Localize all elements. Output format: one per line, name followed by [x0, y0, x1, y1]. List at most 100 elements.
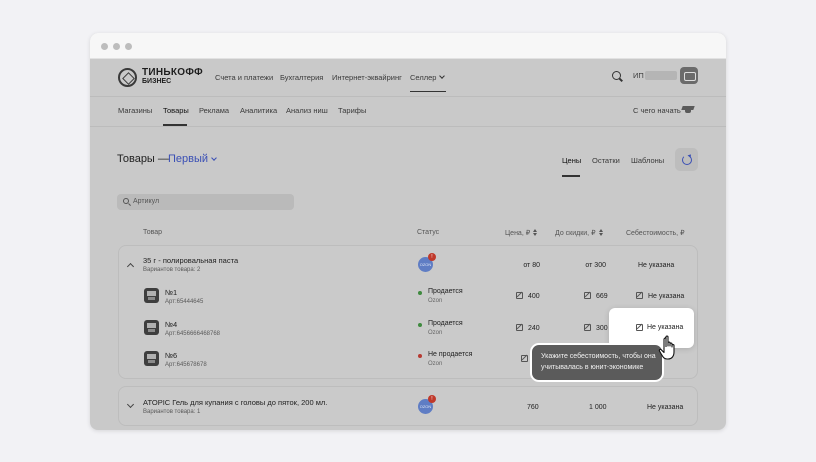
group-variants: Вариантов товара: 1	[143, 409, 201, 415]
status-dot	[418, 354, 422, 358]
variant-status: Не продается	[428, 351, 473, 358]
search-icon[interactable]	[612, 71, 621, 80]
group-before-discount: 1 000	[589, 404, 607, 411]
tab-active-underline	[562, 175, 580, 177]
variant-status: Продается	[428, 320, 463, 327]
nav-active-underline	[410, 91, 446, 92]
tab-templates[interactable]: Шаблоны	[631, 156, 664, 165]
edit-cost-icon[interactable]	[636, 292, 643, 299]
product-thumbnail	[144, 320, 159, 335]
variant-marketplace: Ozon	[428, 361, 443, 367]
window-zoom-dot[interactable]	[125, 43, 132, 50]
store-selector-label: Первый	[168, 153, 209, 165]
edit-price-icon[interactable]	[521, 355, 528, 362]
warning-badge: !	[428, 253, 436, 261]
group-name[interactable]: ATOPIC Гель для купания с головы до пято…	[143, 398, 327, 407]
search-placeholder: Артикул	[133, 198, 160, 205]
search-icon	[123, 198, 129, 204]
account-label[interactable]: ИП	[633, 71, 644, 80]
variant-cost: Не указана	[648, 293, 685, 300]
chevron-down-icon	[439, 73, 446, 79]
nav-seller[interactable]: Селлер	[410, 73, 446, 82]
variant-article: Арт:645678678	[165, 362, 207, 368]
column-header-status: Статус	[417, 229, 440, 236]
tinkoff-logo-icon[interactable]	[118, 68, 137, 87]
help-start-link[interactable]: С чего начать	[633, 106, 681, 115]
column-header-price[interactable]: Цена, ₽	[505, 229, 538, 237]
column-header-before-discount-label: До скидки, ₽	[555, 230, 596, 237]
subnav-tariffs[interactable]: Тарифы	[338, 106, 366, 115]
nav-accounts[interactable]: Счета и платежи	[215, 73, 273, 82]
tooltip-line-2: учитывалась в юнит-экономике	[541, 364, 644, 371]
brand-subtitle: БИЗНЕС	[142, 78, 172, 85]
hand-cursor-icon	[658, 335, 675, 360]
group-cost: Не указана	[647, 404, 684, 411]
tab-stock[interactable]: Остатки	[592, 156, 620, 165]
marketplace-badge-icon: OZON!	[418, 395, 436, 414]
page-title: Товары —	[117, 153, 169, 165]
status-dot	[418, 323, 422, 327]
group-before-discount: от 300	[585, 262, 606, 269]
graduation-cap-icon[interactable]	[682, 105, 694, 113]
window-close-dot[interactable]	[101, 43, 108, 50]
marketplace-badge-text: OZON	[419, 404, 432, 409]
window-titlebar	[90, 33, 726, 59]
column-header-price-label: Цена, ₽	[505, 230, 531, 237]
variant-article: Арт:6456666468768	[165, 331, 221, 337]
marketplace-badge-icon: OZON!	[418, 253, 436, 272]
nav-seller-label: Селлер	[410, 73, 437, 82]
variant-name[interactable]: №1	[165, 288, 177, 297]
group-name[interactable]: 35 г - полировальная паста	[143, 256, 238, 265]
warning-badge: !	[428, 395, 436, 403]
nav-accounting[interactable]: Бухгалтерия	[280, 73, 323, 82]
tooltip-line-1: Укажите себестоимость, чтобы она	[541, 353, 656, 360]
group-price: 760	[527, 404, 539, 411]
status-dot	[418, 291, 422, 295]
column-header-cost: Себестоимость, ₽	[626, 230, 685, 237]
chevron-down-icon	[211, 155, 217, 161]
variant-article: Арт:65444645	[165, 299, 204, 305]
article-search-input[interactable]: Артикул	[117, 194, 294, 210]
variant-price: 400	[528, 293, 540, 300]
account-avatar-icon[interactable]	[680, 67, 698, 84]
group-price: от 80	[523, 262, 540, 269]
variant-price: 240	[528, 325, 540, 332]
edit-cost-icon[interactable]	[636, 324, 643, 331]
account-name-redacted	[645, 71, 677, 80]
product-thumbnail	[144, 351, 159, 366]
divider	[90, 126, 726, 127]
top-navigation: ТИНЬКОФФ БИЗНЕС Счета и платежи Бухгалте…	[90, 59, 726, 96]
tab-prices[interactable]: Цены	[562, 156, 581, 165]
nav-acquiring[interactable]: Интернет-эквайринг	[332, 73, 402, 82]
edit-price-icon[interactable]	[516, 324, 523, 331]
edit-before-discount-icon[interactable]	[584, 292, 591, 299]
subnav-niche-analysis[interactable]: Анализ ниш	[286, 106, 328, 115]
subnav-products[interactable]: Товары	[163, 106, 189, 115]
variant-marketplace: Ozon	[428, 298, 443, 304]
subnav-analytics[interactable]: Аналитика	[240, 106, 277, 115]
variant-marketplace: Ozon	[428, 330, 443, 336]
store-selector[interactable]: Первый	[168, 153, 217, 165]
variant-name[interactable]: №4	[165, 320, 177, 329]
edit-before-discount-icon[interactable]	[584, 324, 591, 331]
variant-before-discount: 669	[596, 293, 608, 300]
subnav-stores[interactable]: Магазины	[118, 106, 152, 115]
brand-name: ТИНЬКОФФ	[142, 67, 203, 78]
sort-icon	[598, 229, 604, 236]
cost-tooltip: Укажите себестоимость, чтобы она учитыва…	[530, 343, 664, 382]
column-header-product: Товар	[143, 229, 163, 236]
product-thumbnail	[144, 288, 159, 303]
section-navigation: Магазины Товары Реклама Аналитика Анализ…	[90, 97, 726, 126]
window-minimize-dot[interactable]	[113, 43, 120, 50]
subnav-ads[interactable]: Реклама	[199, 106, 229, 115]
variant-name[interactable]: №6	[165, 351, 177, 360]
group-variants: Вариантов товара: 2	[143, 267, 201, 273]
refresh-button[interactable]	[675, 148, 698, 171]
sort-icon	[533, 229, 538, 236]
edit-price-icon[interactable]	[516, 292, 523, 299]
marketplace-badge-text: OZON	[419, 262, 432, 267]
column-header-before-discount[interactable]: До скидки, ₽	[555, 229, 604, 237]
variant-cost: Не указана	[647, 324, 684, 331]
variant-before-discount: 300	[596, 325, 608, 332]
group-cost: Не указана	[638, 262, 675, 269]
